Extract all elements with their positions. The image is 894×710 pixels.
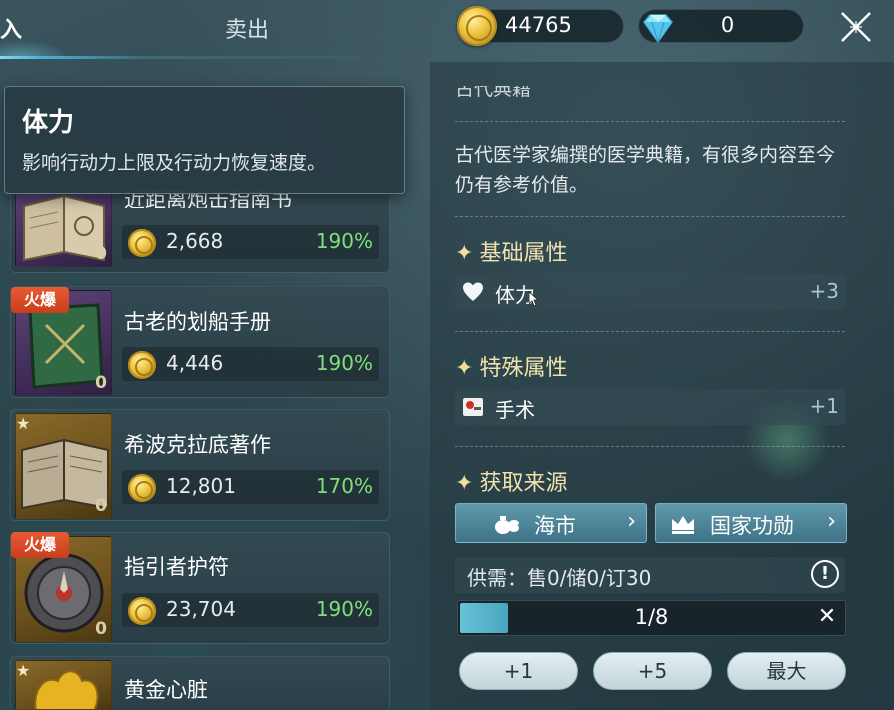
coin-icon	[128, 351, 156, 379]
source-label: 国家功勋	[710, 514, 794, 538]
divider	[455, 216, 845, 217]
section-sources: ✦ 获取来源	[455, 465, 655, 496]
mouse-cursor-icon	[529, 292, 539, 306]
item-price-percent: 190%	[315, 351, 373, 375]
item-quantity: 0	[95, 619, 107, 639]
source-button-national-merit[interactable]: 国家功勋 ›	[655, 503, 847, 543]
supply-demand-row: 供需：售0/储0/订30 !	[455, 557, 845, 593]
section-title: 特殊属性	[479, 356, 568, 381]
coin-icon	[128, 474, 156, 502]
section-title: 获取来源	[479, 471, 568, 496]
source-button-market[interactable]: 海市 ›	[455, 503, 647, 543]
tooltip-description: 影响行动力上限及行动力恢复速度。	[22, 152, 327, 174]
purchase-quantity-bar[interactable]: 1/8 ✕	[457, 600, 846, 636]
section-basic-attributes: ✦ 基础属性	[455, 235, 655, 266]
section-title: 基础属性	[479, 241, 568, 266]
price-row: 2,668 190%	[122, 225, 379, 259]
golden-heart-icon	[34, 670, 99, 709]
item-thumbnail: 0	[15, 185, 112, 267]
item-price: 2,668	[166, 229, 224, 253]
close-icon[interactable]	[836, 7, 876, 47]
attribute-value: +3	[809, 279, 839, 303]
tooltip-title: 体力	[22, 108, 75, 138]
source-label: 海市	[534, 514, 576, 538]
item-price: 4,446	[166, 351, 224, 375]
star-icon: ★	[16, 661, 31, 680]
divider	[455, 121, 845, 122]
coin-icon	[128, 229, 156, 257]
sparkle-icon: ✦	[455, 471, 474, 496]
item-price: 12,801	[166, 474, 236, 498]
divider	[455, 446, 845, 447]
tab-underline	[0, 56, 360, 59]
star-icon: ★	[16, 414, 31, 433]
price-row: 23,704 190%	[122, 593, 379, 627]
item-name: 指引者护符	[124, 555, 229, 579]
item-price-percent: 190%	[315, 597, 373, 621]
divider	[455, 331, 845, 332]
tab-buy[interactable]: 入	[0, 12, 30, 43]
supply-demand-text: 供需：售0/储0/订30	[467, 566, 652, 590]
hot-badge: 火爆	[11, 532, 69, 558]
gem-amount: 0	[720, 13, 735, 37]
chevron-right-icon: ›	[627, 509, 636, 534]
item-category-clipped: 古代典籍	[455, 86, 532, 100]
info-icon[interactable]: !	[811, 560, 839, 588]
item-quantity: 0	[95, 496, 107, 516]
hot-badge: 火爆	[11, 287, 69, 313]
sparkle-icon: ✦	[455, 241, 474, 266]
surgery-icon	[463, 398, 483, 416]
item-name: 黄金心脏	[124, 678, 208, 702]
sparkle-icon: ✦	[455, 356, 474, 381]
price-row: 12,801 170%	[122, 470, 379, 504]
money-bag-icon	[495, 516, 519, 534]
add-one-button[interactable]: +1	[459, 652, 578, 690]
tab-sell[interactable]: 卖出	[225, 12, 295, 43]
coin-icon	[457, 6, 497, 46]
item-price: 23,704	[166, 597, 236, 621]
section-special-attributes: ✦ 特殊属性	[455, 350, 655, 381]
item-price-percent: 190%	[315, 229, 373, 253]
max-button[interactable]: 最大	[727, 652, 846, 690]
attribute-row-stamina[interactable]: 体力 +3	[455, 274, 845, 310]
attribute-row-surgery[interactable]: 手术 +1	[455, 389, 845, 425]
item-description: 古代医学家编撰的医学典籍，有很多内容至今仍有参考价值。	[455, 144, 836, 196]
attribute-value: +1	[809, 394, 839, 418]
add-five-button[interactable]: +5	[593, 652, 712, 690]
heart-icon	[463, 282, 483, 301]
item-quantity: 0	[95, 244, 107, 264]
attribute-label: 手术	[495, 398, 535, 422]
item-quantity: 0	[95, 373, 107, 393]
item-price-percent: 170%	[315, 474, 373, 498]
diamond-icon[interactable]	[638, 8, 678, 48]
quantity-text: 1/8	[634, 605, 669, 629]
coin-icon	[128, 597, 156, 625]
coin-amount: 44765	[505, 13, 572, 37]
crown-icon	[672, 516, 694, 534]
item-name: 古老的划船手册	[124, 310, 271, 334]
chevron-right-icon: ›	[827, 509, 836, 534]
clear-icon[interactable]: ✕	[815, 604, 839, 632]
item-name: 希波克拉底著作	[124, 433, 271, 457]
price-row: 4,446 190%	[122, 347, 379, 381]
